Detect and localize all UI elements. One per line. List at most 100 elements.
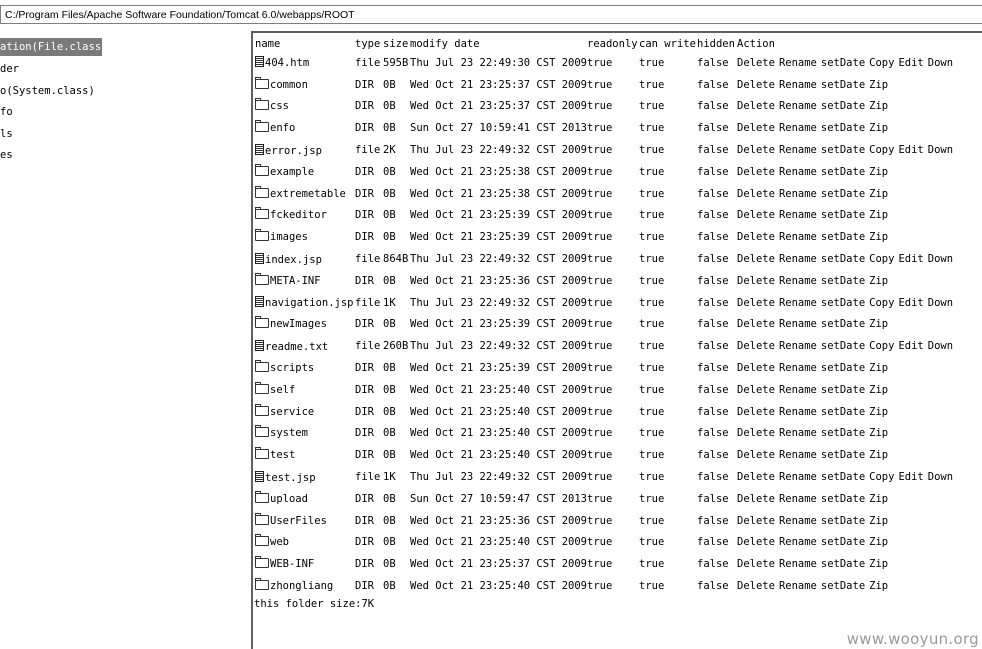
delete-action-link[interactable]: Delete <box>737 275 775 287</box>
zip-action-link[interactable]: Zip <box>869 580 888 592</box>
rename-action-link[interactable]: Rename <box>779 515 817 527</box>
setdate-action-link[interactable]: setDate <box>821 340 865 352</box>
delete-action-link[interactable]: Delete <box>737 166 775 178</box>
setdate-action-link[interactable]: setDate <box>821 427 865 439</box>
file-name-link[interactable]: readme.txt <box>265 341 328 353</box>
setdate-action-link[interactable]: setDate <box>821 122 865 134</box>
setdate-action-link[interactable]: setDate <box>821 100 865 112</box>
setdate-action-link[interactable]: setDate <box>821 580 865 592</box>
rename-action-link[interactable]: Rename <box>779 297 817 309</box>
setdate-action-link[interactable]: setDate <box>821 188 865 200</box>
setdate-action-link[interactable]: setDate <box>821 209 865 221</box>
rename-action-link[interactable]: Rename <box>779 122 817 134</box>
zip-action-link[interactable]: Zip <box>869 318 888 330</box>
zip-action-link[interactable]: Zip <box>869 231 888 243</box>
rename-action-link[interactable]: Rename <box>779 209 817 221</box>
down-action-link[interactable]: Down <box>928 471 953 483</box>
copy-action-link[interactable]: Copy <box>869 340 894 352</box>
delete-action-link[interactable]: Delete <box>737 209 775 221</box>
setdate-action-link[interactable]: setDate <box>821 406 865 418</box>
delete-action-link[interactable]: Delete <box>737 558 775 570</box>
zip-action-link[interactable]: Zip <box>869 536 888 548</box>
file-name-link[interactable]: enfo <box>270 122 295 134</box>
setdate-action-link[interactable]: setDate <box>821 449 865 461</box>
delete-action-link[interactable]: Delete <box>737 231 775 243</box>
zip-action-link[interactable]: Zip <box>869 515 888 527</box>
delete-action-link[interactable]: Delete <box>737 406 775 418</box>
copy-action-link[interactable]: Copy <box>869 253 894 265</box>
file-name-link[interactable]: navigation.jsp <box>265 297 354 309</box>
file-name-link[interactable]: 404.htm <box>265 57 309 69</box>
copy-action-link[interactable]: Copy <box>869 57 894 69</box>
setdate-action-link[interactable]: setDate <box>821 515 865 527</box>
file-name-link[interactable]: self <box>270 384 295 396</box>
file-name-link[interactable]: images <box>270 231 308 243</box>
setdate-action-link[interactable]: setDate <box>821 558 865 570</box>
rename-action-link[interactable]: Rename <box>779 318 817 330</box>
down-action-link[interactable]: Down <box>928 253 953 265</box>
delete-action-link[interactable]: Delete <box>737 471 775 483</box>
down-action-link[interactable]: Down <box>928 340 953 352</box>
setdate-action-link[interactable]: setDate <box>821 231 865 243</box>
zip-action-link[interactable]: Zip <box>869 188 888 200</box>
copy-action-link[interactable]: Copy <box>869 144 894 156</box>
setdate-action-link[interactable]: setDate <box>821 253 865 265</box>
file-name-link[interactable]: common <box>270 79 308 91</box>
rename-action-link[interactable]: Rename <box>779 580 817 592</box>
delete-action-link[interactable]: Delete <box>737 188 775 200</box>
setdate-action-link[interactable]: setDate <box>821 144 865 156</box>
setdate-action-link[interactable]: setDate <box>821 384 865 396</box>
edit-action-link[interactable]: Edit <box>898 253 923 265</box>
zip-action-link[interactable]: Zip <box>869 166 888 178</box>
file-name-link[interactable]: index.jsp <box>265 254 322 266</box>
rename-action-link[interactable]: Rename <box>779 449 817 461</box>
rename-action-link[interactable]: Rename <box>779 558 817 570</box>
rename-action-link[interactable]: Rename <box>779 471 817 483</box>
file-name-link[interactable]: fckeditor <box>270 209 327 221</box>
delete-action-link[interactable]: Delete <box>737 580 775 592</box>
delete-action-link[interactable]: Delete <box>737 449 775 461</box>
zip-action-link[interactable]: Zip <box>869 384 888 396</box>
setdate-action-link[interactable]: setDate <box>821 318 865 330</box>
file-name-link[interactable]: test.jsp <box>265 472 316 484</box>
delete-action-link[interactable]: Delete <box>737 79 775 91</box>
setdate-action-link[interactable]: setDate <box>821 536 865 548</box>
setdate-action-link[interactable]: setDate <box>821 79 865 91</box>
zip-action-link[interactable]: Zip <box>869 122 888 134</box>
sidebar-item-tools[interactable]: ls <box>0 124 250 146</box>
setdate-action-link[interactable]: setDate <box>821 362 865 374</box>
edit-action-link[interactable]: Edit <box>898 471 923 483</box>
delete-action-link[interactable]: Delete <box>737 515 775 527</box>
rename-action-link[interactable]: Rename <box>779 188 817 200</box>
rename-action-link[interactable]: Rename <box>779 79 817 91</box>
down-action-link[interactable]: Down <box>928 57 953 69</box>
sidebar-item-file-class[interactable]: ation(File.class) <box>0 38 107 56</box>
delete-action-link[interactable]: Delete <box>737 340 775 352</box>
sidebar-item-system-class[interactable]: o(System.class) <box>0 81 250 103</box>
rename-action-link[interactable]: Rename <box>779 231 817 243</box>
setdate-action-link[interactable]: setDate <box>821 166 865 178</box>
edit-action-link[interactable]: Edit <box>898 297 923 309</box>
delete-action-link[interactable]: Delete <box>737 100 775 112</box>
rename-action-link[interactable]: Rename <box>779 427 817 439</box>
zip-action-link[interactable]: Zip <box>869 406 888 418</box>
sidebar-item-info[interactable]: fo <box>0 102 250 124</box>
file-name-link[interactable]: example <box>270 166 314 178</box>
delete-action-link[interactable]: Delete <box>737 297 775 309</box>
sidebar-item-properties[interactable]: es <box>0 145 250 167</box>
file-name-link[interactable]: error.jsp <box>265 145 322 157</box>
file-name-link[interactable]: scripts <box>270 362 314 374</box>
zip-action-link[interactable]: Zip <box>869 427 888 439</box>
rename-action-link[interactable]: Rename <box>779 57 817 69</box>
rename-action-link[interactable]: Rename <box>779 100 817 112</box>
zip-action-link[interactable]: Zip <box>869 362 888 374</box>
rename-action-link[interactable]: Rename <box>779 536 817 548</box>
delete-action-link[interactable]: Delete <box>737 318 775 330</box>
delete-action-link[interactable]: Delete <box>737 427 775 439</box>
delete-action-link[interactable]: Delete <box>737 144 775 156</box>
sidebar-item-folder[interactable]: der <box>0 59 250 81</box>
delete-action-link[interactable]: Delete <box>737 493 775 505</box>
path-input[interactable] <box>0 5 982 24</box>
rename-action-link[interactable]: Rename <box>779 384 817 396</box>
copy-action-link[interactable]: Copy <box>869 471 894 483</box>
